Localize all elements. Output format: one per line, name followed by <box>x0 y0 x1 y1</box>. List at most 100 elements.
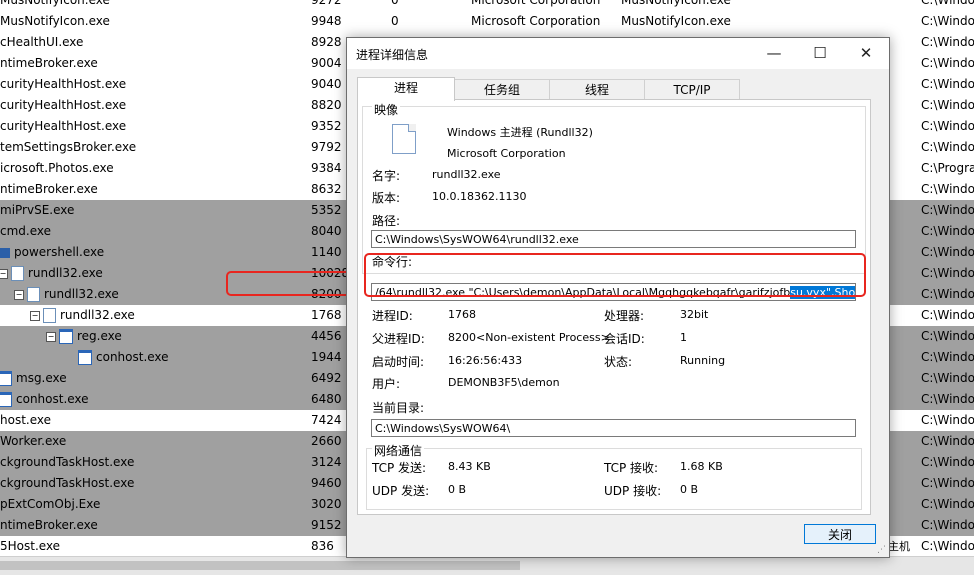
process-path: C:\Windo <box>921 539 974 553</box>
tab-process[interactable]: 进程 <box>357 77 455 101</box>
process-name: miPrvSE.exe <box>0 203 75 217</box>
tcp-send-label: TCP 发送: <box>372 461 427 475</box>
file-description: Windows 主进程 (Rundll32) <box>447 126 593 139</box>
arch-value: 32bit <box>680 308 709 321</box>
process-pid: 8928 <box>311 35 342 49</box>
tree-collapse-icon[interactable]: − <box>14 289 24 300</box>
tcp-send-value: 8.43 KB <box>448 460 491 473</box>
session-value: 1 <box>680 331 687 344</box>
process-pid: 9384 <box>311 161 342 175</box>
process-pid: 9352 <box>311 119 342 133</box>
process-name: rundll32.exe <box>60 308 135 322</box>
tab-threads[interactable]: 线程 <box>549 79 645 100</box>
process-path: C:\Windo <box>921 266 974 280</box>
resize-grip-icon[interactable]: ⋰ <box>877 545 887 555</box>
minimize-button[interactable]: — <box>751 38 797 69</box>
close-window-button[interactable]: ✕ <box>843 38 889 69</box>
process-cpu: 0 <box>391 0 399 7</box>
table-row[interactable]: MusNotifyIcon.exe 9948 0 Microsoft Corporat… <box>0 11 974 32</box>
horizontal-scrollbar[interactable] <box>0 556 974 575</box>
process-name: rundll32.exe <box>44 287 119 301</box>
process-name: powershell.exe <box>14 245 105 259</box>
process-tab-panel: 映像 Windows 主进程 (Rundll32) Microsoft Corp… <box>357 99 871 515</box>
process-pid: 836 <box>311 539 334 553</box>
process-path: C:\Windo <box>921 518 974 532</box>
process-path: C:\Windo <box>921 77 974 91</box>
window-icon <box>59 329 73 344</box>
process-pid: 9152 <box>311 518 342 532</box>
process-path: C:\Windo <box>921 434 974 448</box>
process-name: conhost.exe <box>96 350 169 364</box>
process-name: ntimeBroker.exe <box>0 518 98 532</box>
process-pid: 1944 <box>311 350 342 364</box>
process-path: C:\Windo <box>921 0 974 7</box>
process-pid: 6492 <box>311 371 342 385</box>
process-name: MusNotifyIcon.exe <box>0 14 110 28</box>
process-pid: 4456 <box>311 329 342 343</box>
process-pid: 9948 <box>311 14 342 28</box>
process-pid: 5352 <box>311 203 342 217</box>
dialog-titlebar[interactable]: 进程详细信息 — ☐ ✕ <box>347 38 889 69</box>
process-company: Microsoft Corporation <box>471 0 601 7</box>
file-company: Microsoft Corporation <box>447 147 566 160</box>
close-button[interactable]: 关闭 <box>804 524 876 544</box>
pid-value: 1768 <box>448 308 476 321</box>
process-pid: 2660 <box>311 434 342 448</box>
path-field[interactable]: C:\Windows\SysWOW64\rundll32.exe <box>371 230 856 248</box>
process-name: conhost.exe <box>16 392 89 406</box>
tcp-recv-label: TCP 接收: <box>604 461 659 475</box>
process-pid: 8632 <box>311 182 342 196</box>
process-pid: 7424 <box>311 413 342 427</box>
process-path: C:\Windo <box>921 329 974 343</box>
file-icon <box>392 124 416 154</box>
process-path: C:\Windo <box>921 350 974 364</box>
process-pid: 1140 <box>311 245 342 259</box>
process-pid: 3124 <box>311 455 342 469</box>
process-name: msg.exe <box>16 371 67 385</box>
process-path: C:\Windo <box>921 413 974 427</box>
user-label: 用户: <box>372 377 401 391</box>
process-pid: 8040 <box>311 224 342 238</box>
process-path: C:\Windo <box>921 14 974 28</box>
process-pid: 9272 <box>311 0 342 7</box>
table-row[interactable]: MusNotifyIcon.exe 9272 0 Microsoft Corporat… <box>0 0 974 11</box>
process-path: C:\Windo <box>921 98 974 112</box>
highlight-box-cmdline <box>364 253 866 297</box>
process-pid: 8820 <box>311 98 342 112</box>
tree-collapse-icon[interactable]: − <box>30 310 40 321</box>
arch-label: 处理器: <box>604 309 645 323</box>
udp-send-value: 0 B <box>448 483 467 496</box>
tcp-recv-value: 1.68 KB <box>680 460 723 473</box>
process-name: pExtComObj.Exe <box>0 497 101 511</box>
process-name: host.exe <box>0 413 52 427</box>
tab-task-group[interactable]: 任务组 <box>454 79 550 100</box>
process-path: C:\Windo <box>921 287 974 301</box>
maximize-button[interactable]: ☐ <box>797 38 843 69</box>
scrollbar-thumb[interactable] <box>0 561 520 570</box>
process-pid: 9460 <box>311 476 342 490</box>
tab-tcpip[interactable]: TCP/IP <box>644 79 740 100</box>
version-value: 10.0.18362.1130 <box>432 190 527 203</box>
process-name: curityHealthHost.exe <box>0 119 127 133</box>
tree-collapse-icon[interactable]: − <box>0 268 8 279</box>
process-path: C:\Windo <box>921 392 974 406</box>
process-path: C:\Windo <box>921 308 974 322</box>
process-cpu: 0 <box>391 14 399 28</box>
process-name: ckgroundTaskHost.exe <box>0 476 135 490</box>
powershell-icon <box>0 247 10 258</box>
process-path: C:\Windo <box>921 35 974 49</box>
cwd-field[interactable]: C:\Windows\SysWOW64\ <box>371 419 856 437</box>
name-label: 名字: <box>372 169 401 183</box>
path-label: 路径: <box>372 214 401 228</box>
process-path: C:\Windo <box>921 140 974 154</box>
udp-recv-value: 0 B <box>680 483 699 496</box>
process-path: C:\Progra <box>921 161 974 175</box>
process-name: ntimeBroker.exe <box>0 182 98 196</box>
tree-collapse-icon[interactable]: − <box>46 331 56 342</box>
process-path: C:\Windo <box>921 182 974 196</box>
file-icon <box>27 287 40 302</box>
ppid-value: 8200<Non-existent Process> <box>448 331 610 344</box>
user-value: DEMONB3F5\demon <box>448 376 560 389</box>
process-name: curityHealthHost.exe <box>0 98 127 112</box>
process-description: MusNotifyIcon.exe <box>621 0 731 7</box>
